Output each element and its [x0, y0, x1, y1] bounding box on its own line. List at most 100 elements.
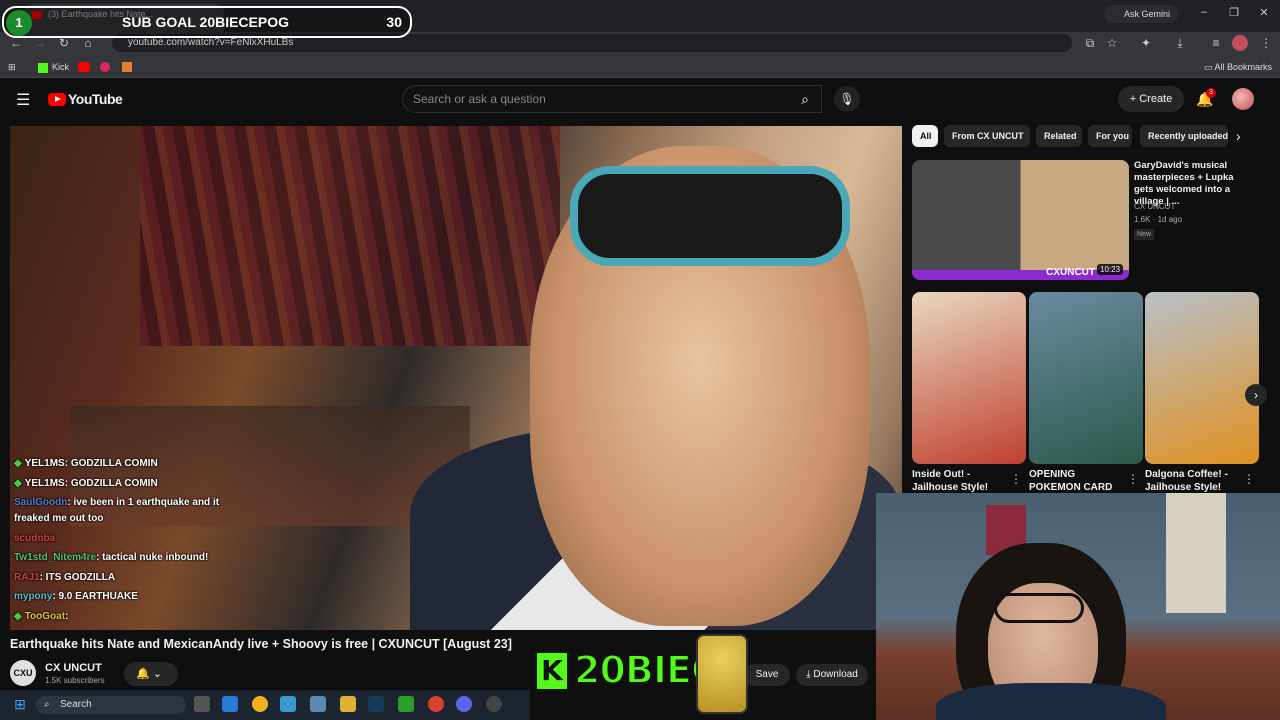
- edge-browser-icon[interactable]: [252, 696, 268, 712]
- maximize-icon[interactable]: ❐: [1226, 6, 1242, 22]
- bookmark-game-icon[interactable]: [122, 62, 132, 72]
- filter-chip[interactable]: Recently uploaded: [1140, 125, 1228, 147]
- all-bookmarks-folder[interactable]: ▭ All Bookmarks: [1204, 59, 1272, 75]
- close-window-icon[interactable]: ✕: [1256, 6, 1272, 22]
- chat-username: mypony: [14, 591, 53, 602]
- file-explorer-icon[interactable]: [340, 696, 356, 712]
- short-title[interactable]: Inside Out! - Jailhouse Style!: [912, 468, 1012, 494]
- chat-badge-icon: ◆: [14, 458, 22, 469]
- channel-avatar[interactable]: CXU: [10, 660, 36, 686]
- extensions-icon[interactable]: ✦: [1138, 35, 1154, 51]
- all-bookmarks-label: All Bookmarks: [1214, 62, 1273, 72]
- channel-name[interactable]: CX UNCUT: [45, 662, 102, 674]
- windows-start-icon[interactable]: ⊞: [12, 696, 28, 712]
- download-icon[interactable]: ⤓: [1172, 35, 1188, 51]
- short-more-options-icon[interactable]: ⋮: [1127, 472, 1139, 486]
- install-app-icon[interactable]: ⧉: [1082, 35, 1098, 51]
- save-button[interactable]: Save: [744, 664, 790, 686]
- video-background-tapestry: [140, 126, 560, 346]
- chat-badge-icon: ◆: [14, 611, 22, 622]
- chat-message: Tw1std_Nitem4re: tactical nuke inbound!: [14, 552, 208, 563]
- task-view-icon[interactable]: [194, 696, 210, 712]
- youtube-logo-text[interactable]: YouTube: [68, 91, 123, 107]
- new-badge: New: [1134, 229, 1155, 240]
- download-label: Download: [813, 669, 858, 680]
- account-avatar[interactable]: [1232, 88, 1254, 110]
- shorts-next-chevron-icon[interactable]: ›: [1245, 384, 1267, 406]
- widgets-icon[interactable]: [222, 696, 238, 712]
- short-title[interactable]: Dalgona Coffee! - Jailhouse Style!: [1145, 468, 1245, 494]
- youtube-logo-icon[interactable]: [48, 93, 66, 106]
- chat-username: YEL1MS: [24, 458, 65, 469]
- chat-text: : tactical nuke inbound!: [96, 552, 209, 563]
- filter-chip[interactable]: From CX UNCUT: [944, 125, 1030, 147]
- thumbnail-text: CXUNCUT: [1046, 267, 1095, 278]
- subscribed-bell-button[interactable]: 🔔 ⌄: [124, 662, 178, 686]
- chat-text: : ITS GODZILLA: [39, 572, 116, 583]
- short-thumbnail[interactable]: [1029, 292, 1143, 464]
- taskbar-search-label: Search: [60, 699, 92, 710]
- webcam-person-glasses: [994, 593, 1084, 623]
- create-button[interactable]: + Create: [1118, 86, 1184, 112]
- chat-message: mypony: 9.0 EARTHUAKE: [14, 591, 138, 602]
- chat-username: TooGoat: [24, 611, 66, 622]
- taskbar-search[interactable]: ⌕ Search: [36, 696, 186, 714]
- chat-username: Tw1std_Nitem4re: [14, 552, 97, 563]
- short-more-options-icon[interactable]: ⋮: [1010, 472, 1022, 486]
- folder-icon: ▭: [1204, 62, 1215, 72]
- chat-message: RAJ1: ITS GODZILLA: [14, 572, 115, 583]
- filter-chip[interactable]: For you: [1088, 125, 1132, 147]
- xbox-icon[interactable]: [398, 696, 414, 712]
- short-thumbnail[interactable]: [912, 292, 1026, 464]
- chat-message: scudnba: [14, 533, 55, 544]
- chat-text: freaked me out too: [14, 513, 104, 524]
- recommended-video-title[interactable]: GaryDavid's musical masterpieces + Lupka…: [1134, 160, 1254, 208]
- short-thumbnail[interactable]: [1145, 292, 1259, 464]
- short-title[interactable]: OPENING POKEMON CARD: [1029, 468, 1129, 494]
- apps-grid-icon[interactable]: ⊞: [8, 59, 16, 75]
- recommended-video-channel[interactable]: CX UNCUT: [1134, 202, 1175, 211]
- store-icon[interactable]: [280, 696, 296, 712]
- download-button[interactable]: ⤓ Download: [796, 664, 868, 686]
- chrome-icon[interactable]: [428, 696, 444, 712]
- search-icon[interactable]: ⌕: [790, 86, 820, 112]
- calculator-icon[interactable]: [310, 696, 326, 712]
- browser-menu-icon[interactable]: ⋮: [1258, 35, 1274, 51]
- bookmarks-bar: [0, 56, 1280, 78]
- chat-message: SaulGoodn: ive been in 1 earthquake and …: [14, 497, 219, 508]
- ask-gemini-button[interactable]: Ask Gemini: [1104, 5, 1178, 23]
- bookmark-youtube-icon[interactable]: [78, 62, 90, 72]
- chat-text: : GODZILLA COMIN: [64, 458, 158, 469]
- minimize-icon[interactable]: –: [1196, 6, 1212, 22]
- chat-username: SaulGoodn: [14, 497, 68, 508]
- search-input[interactable]: Search or ask a question: [402, 85, 822, 113]
- steam-icon[interactable]: [368, 696, 384, 712]
- plus-icon: +: [1129, 93, 1140, 105]
- obs-icon[interactable]: [486, 696, 502, 712]
- kick-logo-icon: K: [534, 650, 570, 692]
- chat-username: RAJ1: [14, 572, 40, 583]
- sub-goal-count: 30: [386, 14, 402, 30]
- chat-text: : ive been in 1 earthquake and it: [67, 497, 220, 508]
- microphone-icon[interactable]: 🎙: [834, 86, 860, 112]
- filter-chip[interactable]: All: [912, 125, 938, 147]
- chat-username: YEL1MS: [24, 478, 65, 489]
- bell-icon: 🔔: [136, 668, 150, 680]
- chips-next-chevron-icon[interactable]: ›: [1236, 128, 1241, 144]
- chevron-down-icon: ⌄: [152, 668, 162, 680]
- profile-avatar[interactable]: [1232, 35, 1248, 51]
- hamburger-menu-icon[interactable]: ☰: [16, 90, 30, 110]
- media-control-icon[interactable]: ≡: [1208, 35, 1224, 51]
- short-more-options-icon[interactable]: ⋮: [1243, 472, 1255, 486]
- chat-message: ◆ TooGoat:: [14, 611, 68, 622]
- sub-goal-number: 1: [6, 10, 32, 36]
- discord-icon[interactable]: [456, 696, 472, 712]
- chat-username: scudnba: [14, 533, 56, 544]
- bookmark-music-icon[interactable]: [100, 62, 110, 72]
- kick-label: Kick: [52, 62, 70, 72]
- filter-chip[interactable]: Related: [1036, 125, 1082, 147]
- bookmark-star-icon[interactable]: ☆: [1104, 35, 1120, 51]
- bookmark-kick[interactable]: Kick: [38, 59, 69, 75]
- recommended-video-thumbnail[interactable]: CXUNCUT: [912, 160, 1129, 280]
- chat-message: ◆ YEL1MS: GODZILLA COMIN: [14, 478, 158, 489]
